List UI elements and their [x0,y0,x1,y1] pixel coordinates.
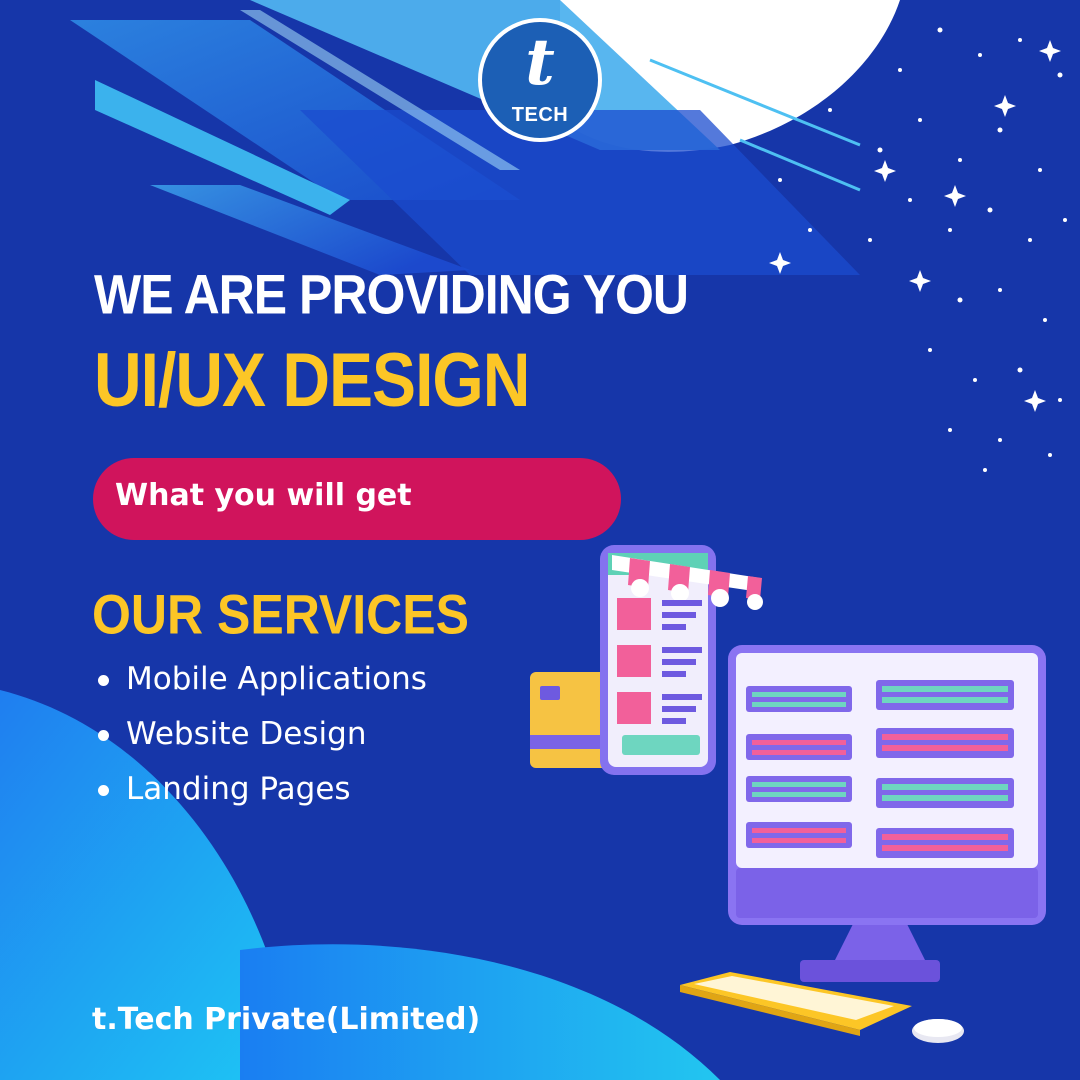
devices-illustration [530,545,1046,1043]
poster: t TECH WE ARE PROVIDING YOU UI/UX DESIGN… [0,0,1080,1080]
credit-card-icon [530,672,612,768]
mouse-icon [912,1019,964,1043]
company-name: t.Tech Private(Limited) [92,1002,481,1037]
monitor-icon [728,645,1046,982]
